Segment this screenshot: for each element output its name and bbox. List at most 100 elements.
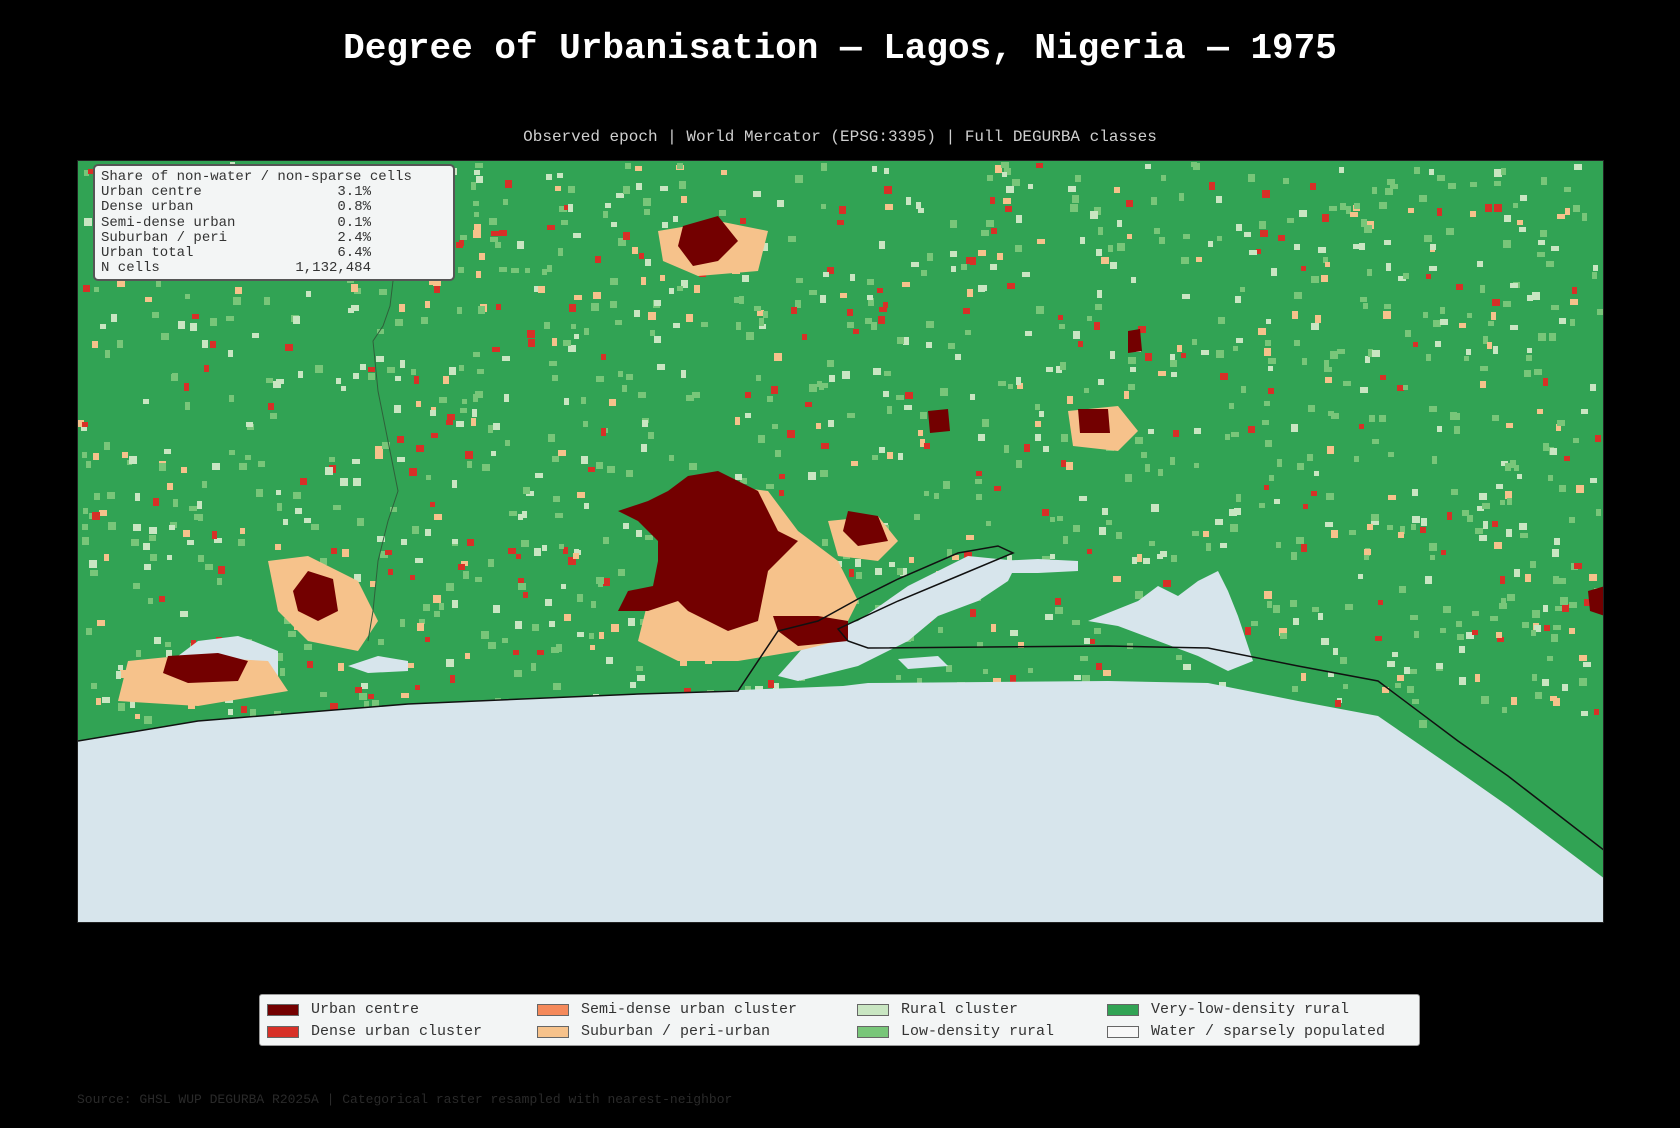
settlement-cell	[1511, 697, 1517, 705]
settlement-cell	[1408, 208, 1414, 213]
settlement-cell	[531, 663, 536, 671]
settlement-cell	[983, 669, 988, 674]
settlement-cell	[1059, 324, 1065, 329]
settlement-cell	[1006, 186, 1014, 193]
settlement-cell	[118, 703, 125, 711]
settlement-cell	[1488, 321, 1494, 326]
settlement-cell	[1050, 517, 1055, 522]
settlement-cell	[1158, 469, 1163, 476]
settlement-cell	[1593, 265, 1598, 271]
settlement-cell	[867, 279, 874, 285]
settlement-cell	[701, 322, 708, 327]
settlement-cell	[542, 545, 547, 551]
settlement-cell	[1371, 514, 1379, 521]
settlement-cell	[821, 204, 826, 209]
settlement-cell	[1407, 686, 1414, 693]
settlement-cell	[434, 514, 442, 520]
settlement-cell	[478, 306, 485, 314]
settlement-cell	[1301, 266, 1306, 271]
settlement-cell	[607, 466, 615, 473]
settlement-cell	[488, 425, 493, 433]
settlement-cell	[1294, 292, 1302, 299]
settlement-cell	[528, 339, 535, 347]
settlement-cell	[1158, 371, 1166, 376]
settlement-cell	[1335, 700, 1341, 707]
settlement-cell	[573, 233, 581, 238]
settlement-cell	[1441, 550, 1446, 555]
settlement-cell	[1446, 228, 1454, 235]
settlement-cell	[1063, 536, 1068, 544]
settlement-cell	[681, 370, 686, 378]
settlement-cell	[1259, 221, 1266, 229]
settlement-cell	[796, 278, 803, 283]
settlement-cell	[252, 333, 259, 338]
settlement-cell	[643, 198, 651, 206]
settlement-cell	[165, 642, 171, 647]
settlement-cell	[1216, 196, 1222, 203]
settlement-cell	[660, 186, 668, 191]
settlement-cell	[577, 594, 583, 602]
settlement-cell	[1220, 543, 1227, 548]
settlement-cell	[1324, 367, 1332, 372]
settlement-cell	[1330, 351, 1338, 359]
settlement-cell	[1055, 607, 1063, 614]
settlement-cell	[745, 413, 751, 418]
settlement-cell	[1447, 512, 1452, 520]
settlement-cell	[218, 566, 225, 574]
settlement-cell	[1170, 457, 1175, 465]
settlement-cell	[1492, 299, 1500, 306]
settlement-cell	[986, 220, 994, 227]
settlement-cell	[1265, 340, 1271, 346]
settlement-cell	[117, 280, 125, 287]
settlement-cell	[842, 371, 850, 379]
settlement-cell	[568, 186, 575, 193]
settlement-cell	[340, 478, 348, 486]
settlement-cell	[144, 564, 151, 570]
settlement-cell	[1057, 516, 1063, 521]
settlement-cell	[1485, 204, 1492, 212]
settlement-cell	[416, 445, 424, 452]
settlement-cell	[1016, 377, 1021, 385]
settlement-cell	[136, 650, 141, 657]
settlement-cell	[1241, 386, 1246, 393]
settlement-cell	[1230, 524, 1238, 532]
settlement-cell	[357, 518, 364, 526]
settlement-cell	[1099, 527, 1106, 535]
settlement-cell	[1181, 353, 1186, 358]
settlement-cell	[1501, 168, 1506, 175]
settlement-cell	[433, 595, 441, 603]
settlement-cell	[547, 225, 555, 230]
settlement-cell	[1249, 250, 1257, 255]
settlement-cell	[1050, 554, 1055, 559]
settlement-cell	[588, 467, 595, 472]
settlement-cell	[1135, 437, 1143, 444]
settlement-cell	[568, 345, 576, 352]
settlement-cell	[721, 170, 727, 175]
settlement-cell	[1265, 440, 1272, 447]
settlement-cell	[1413, 342, 1418, 347]
settlement-cell	[1236, 338, 1243, 343]
settlement-cell	[198, 514, 203, 521]
settlement-cell	[475, 577, 482, 582]
settlement-cell	[493, 423, 500, 430]
settlement-cell	[1244, 232, 1251, 237]
settlement-cell	[896, 675, 901, 680]
settlement-cell	[1094, 322, 1100, 330]
settlement-cell	[1359, 424, 1364, 429]
legend-swatch	[857, 1025, 889, 1038]
settlement-cell	[133, 524, 141, 531]
settlement-cell	[394, 405, 401, 413]
settlement-cell	[1433, 320, 1441, 327]
settlement-cell	[1492, 415, 1499, 421]
settlement-cell	[950, 220, 957, 228]
legend-swatch	[267, 1003, 299, 1016]
settlement-cell	[1271, 268, 1277, 276]
settlement-cell	[1007, 283, 1015, 289]
settlement-cell	[463, 571, 469, 579]
settlement-cell	[1467, 313, 1472, 318]
settlement-cell	[1387, 661, 1395, 667]
settlement-cell	[611, 222, 617, 227]
settlement-cell	[610, 301, 617, 308]
settlement-cell	[628, 618, 635, 626]
settlement-cell	[772, 424, 778, 429]
